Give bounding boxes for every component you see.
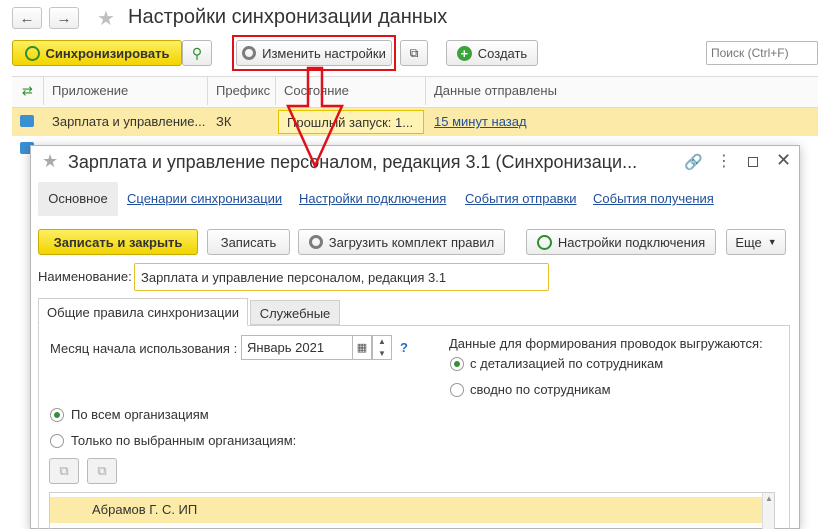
back-arrow-icon[interactable]: ← [12, 7, 42, 29]
tab-service[interactable]: Служебные [250, 300, 340, 325]
scroll-up-icon[interactable]: ▲ [765, 494, 773, 503]
radio-all-orgs-label: По всем организациям [71, 407, 209, 422]
star-icon[interactable]: ★ [97, 6, 115, 31]
row-prefix: ЗК [216, 114, 232, 129]
database-icon [20, 115, 34, 127]
radio-all-orgs[interactable] [50, 408, 64, 422]
deselect-all-button[interactable]: ⧉ [87, 458, 117, 484]
postings-label: Данные для формирования проводок выгружа… [449, 336, 763, 351]
plus-icon: + [456, 45, 472, 61]
chevron-down-icon: ▼ [767, 237, 777, 247]
radio-summary-label: сводно по сотрудникам [470, 382, 611, 397]
sync-icon [536, 234, 552, 250]
column-header-app[interactable]: Приложение [44, 77, 208, 105]
connection-settings-button[interactable]: Настройки подключения [526, 229, 716, 255]
dialog-title: Зарплата и управление персоналом, редакц… [68, 152, 638, 172]
more-label: Еще [735, 234, 762, 250]
row-sent-link[interactable]: 15 минут назад [426, 108, 626, 136]
sync-check-button[interactable]: ⚲ [182, 40, 212, 66]
copy-icon: ⧉ [409, 45, 419, 60]
exchange-arrows-icon: ⇄ [12, 77, 44, 105]
gear-icon [308, 235, 323, 249]
window-title: Настройки синхронизации данных [128, 6, 448, 28]
radio-detailed-label: с детализацией по сотрудникам [470, 356, 664, 371]
connection-settings-label: Настройки подключения [557, 234, 706, 250]
help-icon[interactable]: ? [400, 340, 408, 355]
close-icon[interactable]: ✕ [776, 150, 791, 171]
more-button[interactable]: Еще ▼ [726, 229, 786, 255]
star-icon[interactable]: ★ [42, 151, 58, 172]
red-arrow-icon [286, 66, 344, 170]
tab-send-events[interactable]: События отправки [465, 191, 577, 206]
open-copy-button[interactable]: ⧉ [400, 40, 428, 66]
calendar-icon[interactable]: ▦ [352, 335, 372, 360]
more-icon[interactable]: ⋮ [716, 151, 732, 171]
org-name: Абрамов Г. С. ИП [92, 502, 198, 517]
sync-icon [24, 45, 40, 61]
month-field[interactable] [241, 335, 353, 360]
forward-arrow-icon[interactable]: → [49, 7, 79, 29]
create-button[interactable]: + Создать [446, 40, 538, 66]
tab-connection-settings[interactable]: Настройки подключения [299, 191, 446, 206]
load-rules-button[interactable]: Загрузить комплект правил [298, 229, 505, 255]
create-label: Создать [477, 45, 528, 61]
column-header-sent[interactable]: Данные отправлены [426, 77, 818, 105]
save-button[interactable]: Записать [207, 229, 290, 255]
radio-selected-orgs[interactable] [50, 434, 64, 448]
month-stepper[interactable]: ▲ ▼ [372, 335, 392, 360]
name-field[interactable] [134, 263, 549, 291]
tab-sync-scenarios[interactable]: Сценарии синхронизации [127, 191, 282, 206]
save-close-button[interactable]: Записать и закрыть [38, 229, 198, 255]
name-label: Наименование: [38, 269, 132, 284]
tab-general-rules[interactable]: Общие правила синхронизации [38, 298, 248, 326]
tab-main[interactable]: Основное [38, 182, 118, 216]
uncheck-all-icon: ⧉ [97, 463, 107, 478]
column-header-prefix[interactable]: Префикс [208, 77, 276, 105]
link-icon[interactable]: 🔗 [684, 153, 703, 171]
search-icon: ⚲ [191, 44, 203, 61]
select-all-button[interactable]: ⧉ [49, 458, 79, 484]
search-input[interactable] [706, 41, 818, 65]
row-app: Зарплата и управление... [52, 114, 206, 129]
tab-receive-events[interactable]: События получения [593, 191, 714, 206]
sync-button-label: Синхронизировать [45, 45, 170, 61]
load-rules-label: Загрузить комплект правил [328, 234, 495, 250]
month-label: Месяц начала использования : [50, 341, 238, 356]
maximize-icon[interactable] [748, 157, 758, 167]
sync-button[interactable]: Синхронизировать [12, 40, 182, 66]
check-all-icon: ⧉ [59, 463, 69, 478]
radio-detailed[interactable] [450, 357, 464, 371]
radio-summary[interactable] [450, 383, 464, 397]
radio-selected-orgs-label: Только по выбранным организациям: [71, 433, 297, 448]
